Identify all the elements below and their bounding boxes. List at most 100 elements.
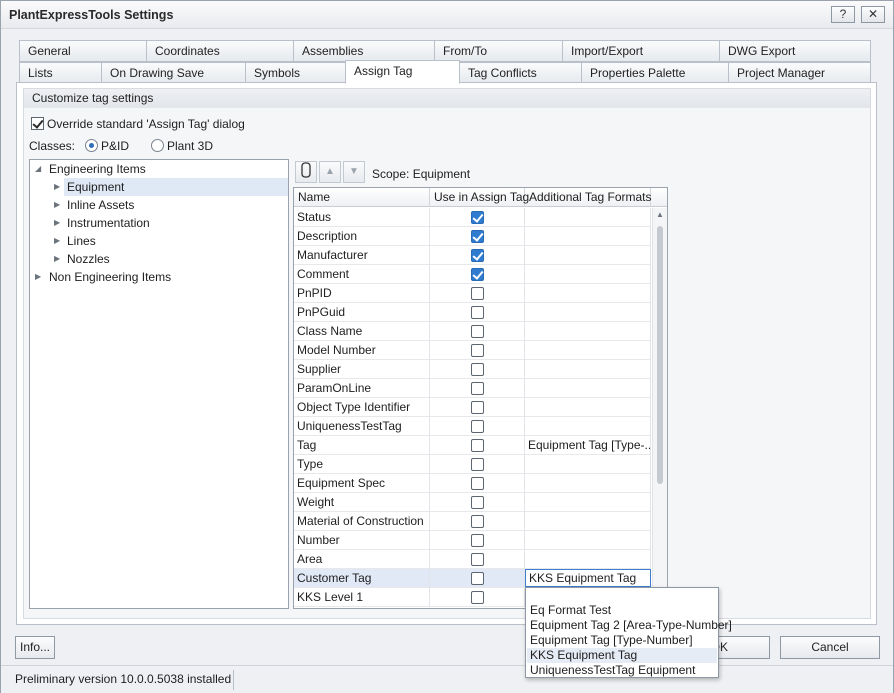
use-in-assign-tag-checkbox[interactable] bbox=[471, 211, 484, 224]
table-row[interactable]: Tag Equipment Tag [Type-... bbox=[294, 436, 651, 455]
cell-additional-formats[interactable] bbox=[525, 417, 651, 436]
expand-arrow-icon[interactable]: ▶ bbox=[35, 268, 43, 286]
move-up-button[interactable]: ▲ bbox=[319, 161, 341, 183]
help-button[interactable]: ? bbox=[831, 6, 855, 23]
dropdown-option[interactable]: Eq Format Test bbox=[527, 603, 717, 618]
use-in-assign-tag-checkbox[interactable] bbox=[471, 249, 484, 262]
scroll-up-icon[interactable]: ▲ bbox=[656, 210, 664, 219]
dropdown-option-empty[interactable] bbox=[527, 589, 717, 604]
cell-additional-formats[interactable] bbox=[525, 303, 651, 322]
table-row[interactable]: Class Name bbox=[294, 322, 651, 341]
use-in-assign-tag-checkbox[interactable] bbox=[471, 344, 484, 357]
dropdown-option[interactable]: UniquenessTestTag Equipment bbox=[527, 663, 717, 678]
title-bar[interactable]: PlantExpressTools Settings ? ✕ bbox=[1, 1, 893, 29]
col-formats-header[interactable]: Additional Tag Formats bbox=[525, 188, 652, 207]
cell-additional-formats[interactable] bbox=[525, 360, 651, 379]
table-row[interactable]: Type bbox=[294, 455, 651, 474]
move-down-button[interactable]: ▼ bbox=[343, 161, 365, 183]
table-row[interactable]: PnPID bbox=[294, 284, 651, 303]
use-in-assign-tag-checkbox[interactable] bbox=[471, 306, 484, 319]
cell-additional-formats[interactable] bbox=[525, 455, 651, 474]
cell-additional-formats[interactable] bbox=[525, 322, 651, 341]
radio-plant3d[interactable] bbox=[151, 139, 164, 152]
table-row[interactable]: Number bbox=[294, 531, 651, 550]
cell-additional-formats[interactable] bbox=[525, 512, 651, 531]
cell-additional-formats[interactable] bbox=[525, 227, 651, 246]
table-row[interactable]: Status bbox=[294, 208, 651, 227]
use-in-assign-tag-checkbox[interactable] bbox=[471, 572, 484, 585]
cell-additional-formats[interactable] bbox=[525, 398, 651, 417]
use-in-assign-tag-checkbox[interactable] bbox=[471, 553, 484, 566]
tab-assemblies[interactable]: Assemblies bbox=[293, 40, 435, 62]
property-grid[interactable]: Name Use in Assign Tag Additional Tag Fo… bbox=[293, 187, 668, 609]
use-in-assign-tag-checkbox[interactable] bbox=[471, 287, 484, 300]
tree-node-inline-assets[interactable]: Inline Assets bbox=[67, 196, 134, 214]
override-label[interactable]: Override standard 'Assign Tag' dialog bbox=[47, 117, 245, 131]
expand-arrow-icon[interactable]: ▶ bbox=[54, 250, 62, 268]
tag-format-combo[interactable]: KKS Equipment Tag bbox=[525, 569, 651, 587]
cell-additional-formats[interactable] bbox=[525, 284, 651, 303]
expand-arrow-icon[interactable]: ▶ bbox=[54, 178, 62, 196]
radio-plant3d-label[interactable]: Plant 3D bbox=[167, 139, 213, 153]
tree-node-non-engineering-items[interactable]: Non Engineering Items bbox=[49, 268, 171, 286]
cell-additional-formats[interactable] bbox=[525, 493, 651, 512]
tab-dwg-export[interactable]: DWG Export bbox=[719, 40, 871, 62]
tab-on-drawing-save[interactable]: On Drawing Save bbox=[101, 62, 246, 84]
cell-additional-formats[interactable] bbox=[525, 208, 651, 227]
table-row[interactable]: Supplier bbox=[294, 360, 651, 379]
table-row[interactable]: Area bbox=[294, 550, 651, 569]
tab-assign-tag[interactable]: Assign Tag bbox=[345, 60, 460, 84]
tab-properties-palette[interactable]: Properties Palette bbox=[581, 62, 729, 84]
table-row[interactable]: PnPGuid bbox=[294, 303, 651, 322]
use-in-assign-tag-checkbox[interactable] bbox=[471, 230, 484, 243]
cancel-button[interactable]: Cancel bbox=[780, 636, 880, 659]
tab-from-to[interactable]: From/To bbox=[434, 40, 563, 62]
tab-tag-conflicts[interactable]: Tag Conflicts bbox=[459, 62, 582, 84]
table-row[interactable]: Weight bbox=[294, 493, 651, 512]
use-in-assign-tag-checkbox[interactable] bbox=[471, 420, 484, 433]
cell-additional-formats[interactable] bbox=[525, 474, 651, 493]
cell-additional-formats[interactable] bbox=[525, 246, 651, 265]
tab-lists[interactable]: Lists bbox=[19, 62, 102, 84]
tab-import-export[interactable]: Import/Export bbox=[562, 40, 720, 62]
expand-arrow-icon[interactable]: ▶ bbox=[54, 214, 62, 232]
col-use-header[interactable]: Use in Assign Tag bbox=[430, 188, 529, 207]
close-button[interactable]: ✕ bbox=[861, 6, 885, 23]
override-checkbox[interactable] bbox=[31, 117, 44, 130]
radio-pid-label[interactable]: P&ID bbox=[101, 139, 129, 153]
use-in-assign-tag-checkbox[interactable] bbox=[471, 401, 484, 414]
col-name-header[interactable]: Name bbox=[294, 188, 430, 207]
expand-arrow-icon[interactable]: ▶ bbox=[54, 232, 62, 250]
cell-additional-formats[interactable] bbox=[525, 341, 651, 360]
table-row[interactable]: Material of Construction bbox=[294, 512, 651, 531]
use-in-assign-tag-checkbox[interactable] bbox=[471, 363, 484, 376]
table-row[interactable]: Manufacturer bbox=[294, 246, 651, 265]
use-in-assign-tag-checkbox[interactable] bbox=[471, 477, 484, 490]
expand-arrow-icon[interactable]: ▶ bbox=[54, 196, 62, 214]
use-in-assign-tag-checkbox[interactable] bbox=[471, 382, 484, 395]
tree-node-instrumentation[interactable]: Instrumentation bbox=[67, 214, 150, 232]
table-row[interactable]: Object Type Identifier bbox=[294, 398, 651, 417]
use-in-assign-tag-checkbox[interactable] bbox=[471, 534, 484, 547]
cell-additional-formats[interactable]: Equipment Tag [Type-... bbox=[525, 436, 651, 455]
tree-node-engineering-items[interactable]: Engineering Items bbox=[49, 160, 146, 178]
grid-scrollbar[interactable]: ▲ bbox=[652, 208, 667, 608]
cell-additional-formats[interactable] bbox=[525, 379, 651, 398]
info-button[interactable]: Info... bbox=[15, 636, 55, 659]
tree-node-equipment[interactable]: Equipment bbox=[67, 178, 124, 196]
use-in-assign-tag-checkbox[interactable] bbox=[471, 439, 484, 452]
tab-coordinates[interactable]: Coordinates bbox=[146, 40, 294, 62]
table-row[interactable]: Equipment Spec bbox=[294, 474, 651, 493]
cell-additional-formats[interactable] bbox=[525, 531, 651, 550]
use-in-assign-tag-checkbox[interactable] bbox=[471, 325, 484, 338]
cell-additional-formats[interactable] bbox=[525, 550, 651, 569]
dropdown-option[interactable]: Equipment Tag [Type-Number] bbox=[527, 633, 717, 648]
table-row[interactable]: Comment bbox=[294, 265, 651, 284]
table-row[interactable]: ParamOnLine bbox=[294, 379, 651, 398]
tag-format-button[interactable] bbox=[295, 161, 317, 183]
use-in-assign-tag-checkbox[interactable] bbox=[471, 268, 484, 281]
dropdown-option[interactable]: Equipment Tag 2 [Area-Type-Number] bbox=[527, 618, 732, 633]
radio-pid[interactable] bbox=[85, 139, 98, 152]
dropdown-option-selected[interactable]: KKS Equipment Tag bbox=[527, 648, 717, 663]
tab-general[interactable]: General bbox=[19, 40, 147, 62]
